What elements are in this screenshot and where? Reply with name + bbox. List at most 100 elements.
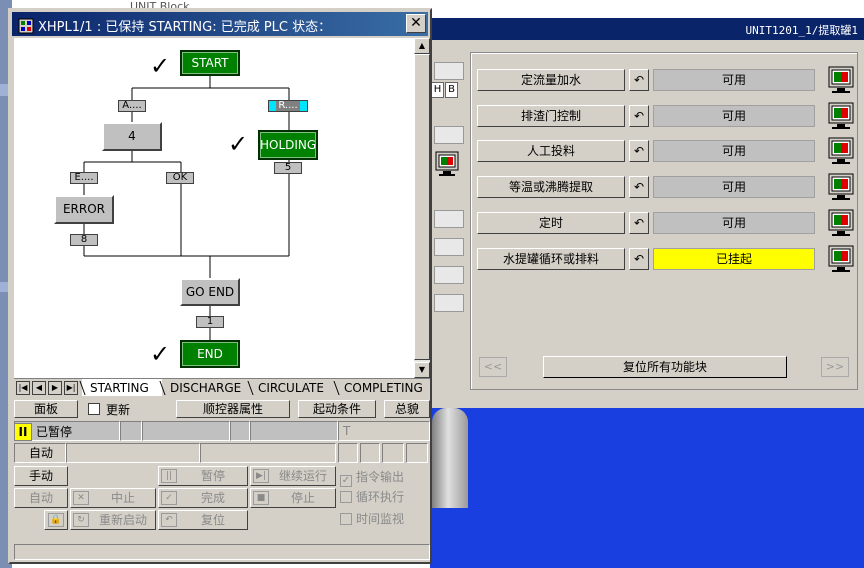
reset-button[interactable]: ↶ 复位: [158, 510, 248, 530]
monitor-icon[interactable]: [434, 150, 460, 178]
mid-cell: [434, 210, 464, 228]
sfc-transition-r[interactable]: R....: [268, 100, 308, 112]
undo-icon[interactable]: ↶: [629, 248, 649, 270]
panel-button[interactable]: 面板: [14, 400, 78, 418]
function-button[interactable]: 定流量加水: [477, 69, 625, 91]
monitor-icon[interactable]: [827, 244, 855, 274]
cyclic-exec-label: 循环执行: [356, 490, 405, 504]
pause-button[interactable]: || 暂停: [158, 466, 248, 486]
tab-next-icon[interactable]: ▶: [48, 381, 62, 395]
resume-label: 继续运行: [278, 469, 327, 483]
function-block-panel: 定流量加水 ↶ 可用 排渣门控制 ↶ 可用 人工投料 ↶ 可用 等温或沸腾提取 …: [470, 52, 858, 390]
sfc-step-start[interactable]: START: [180, 50, 240, 76]
status-seg: [250, 421, 338, 441]
tab-discharge[interactable]: DISCHARGE: [162, 379, 248, 396]
function-button[interactable]: 等温或沸腾提取: [477, 176, 625, 198]
dialog-title-bar[interactable]: XHPL1/1 : 已保持 STARTING: 已完成 PLC 状态：: [12, 12, 428, 36]
next-page-button[interactable]: >>: [821, 357, 849, 377]
pause-status-icon: II: [14, 423, 32, 441]
manual-button[interactable]: 手动: [14, 466, 68, 486]
stop-button[interactable]: ■ 停止: [250, 488, 336, 508]
function-button[interactable]: 人工投料: [477, 140, 625, 162]
sfc-step-4[interactable]: 4: [102, 122, 162, 151]
undo-icon[interactable]: ↶: [629, 212, 649, 234]
sfc-canvas: START ✓ A.... R.... 4 HOLDING ✓ 5 E.... …: [14, 38, 414, 378]
sequencer-properties-button[interactable]: 顺控器属性: [176, 400, 290, 418]
prev-page-button[interactable]: <<: [479, 357, 507, 377]
complete-icon: ✓: [161, 491, 177, 505]
time-monitor-option[interactable]: 时间监视: [340, 510, 404, 527]
status-bar: T: [14, 421, 430, 441]
tank-graphic: [432, 408, 468, 508]
resume-button[interactable]: ▶| 继续运行: [250, 466, 336, 486]
undo-icon[interactable]: ↶: [629, 105, 649, 127]
restart-icon: ↻: [73, 513, 89, 527]
restart-button[interactable]: ↻ 重新启动: [70, 510, 156, 530]
sfc-transition-1[interactable]: 1: [196, 316, 224, 328]
sfc-transition-a[interactable]: A....: [118, 100, 146, 112]
complete-button[interactable]: ✓ 完成: [158, 488, 248, 508]
sequence-tabs: |◀ ◀ ▶ ▶| STARTING DISCHARGE CIRCULATE C…: [14, 378, 430, 396]
monitor-icon[interactable]: [827, 136, 855, 166]
sfc-transition-e[interactable]: E....: [70, 172, 98, 184]
monitor-icon[interactable]: [827, 101, 855, 131]
b-button[interactable]: B: [445, 82, 458, 98]
monitor-icon[interactable]: [827, 172, 855, 202]
abort-icon: ✕: [73, 491, 89, 505]
abort-button[interactable]: ✕ 中止: [70, 488, 156, 508]
function-button[interactable]: 排渣门控制: [477, 105, 625, 127]
update-checkbox[interactable]: [88, 403, 100, 415]
sfc-step-end[interactable]: END: [180, 340, 240, 368]
mid-cell: [434, 62, 464, 80]
overview-button[interactable]: 总貌: [384, 400, 430, 418]
cyclic-exec-option[interactable]: 循环执行: [340, 488, 404, 505]
sfc-step-error[interactable]: ERROR: [54, 195, 114, 224]
reset-all-button[interactable]: 复位所有功能块: [543, 356, 787, 378]
undo-icon[interactable]: ↶: [629, 69, 649, 91]
monitor-icon[interactable]: [827, 208, 855, 238]
function-button[interactable]: 定时: [477, 212, 625, 234]
sfc-transition-5[interactable]: 5: [274, 162, 302, 174]
tab-starting[interactable]: STARTING: [82, 379, 162, 396]
dialog-title: XHPL1/1 : 已保持 STARTING: 已完成 PLC 状态：: [38, 20, 332, 35]
sfc-transition-ok[interactable]: OK: [166, 172, 194, 184]
pause-label: 暂停: [200, 469, 225, 483]
sfc-step-holding[interactable]: HOLDING: [258, 130, 318, 160]
stop-label: 停止: [290, 491, 315, 505]
h-button[interactable]: H: [431, 82, 444, 98]
function-status: 可用: [653, 176, 815, 198]
pause-icon: ||: [161, 469, 177, 483]
checkbox-icon: [340, 513, 352, 525]
reset-icon: ↶: [161, 513, 177, 527]
auto-field: [66, 443, 200, 463]
auto-field: [382, 443, 404, 463]
tab-circulate[interactable]: CIRCULATE: [250, 379, 336, 396]
lock-button[interactable]: 🔒: [44, 510, 68, 530]
auto-field: [406, 443, 428, 463]
sfc-transition-8[interactable]: 8: [70, 234, 98, 246]
mid-cell: [434, 266, 464, 284]
undo-icon[interactable]: ↶: [629, 176, 649, 198]
lock-icon: 🔒: [48, 513, 64, 527]
status-seg: [142, 421, 230, 441]
tab-prev-icon[interactable]: ◀: [32, 381, 46, 395]
close-button[interactable]: ✕: [406, 14, 426, 33]
scroll-thumb[interactable]: [414, 54, 430, 360]
monitor-icon[interactable]: [827, 65, 855, 95]
function-button[interactable]: 水提罐循环或排料: [477, 248, 625, 270]
cmd-output-option[interactable]: ✓ 指令输出: [340, 468, 404, 487]
scroll-up-icon[interactable]: ▲: [414, 38, 430, 54]
start-condition-button[interactable]: 起动条件: [298, 400, 376, 418]
auto-field: [360, 443, 380, 463]
auto-button[interactable]: 自动: [14, 488, 68, 508]
scroll-down-icon[interactable]: ▼: [414, 362, 430, 378]
vertical-scrollbar[interactable]: ▲ ▼: [414, 38, 430, 378]
tab-last-icon[interactable]: ▶|: [64, 381, 78, 395]
time-monitor-label: 时间监视: [356, 512, 405, 526]
auto-mode-indicator: 自动: [14, 443, 66, 463]
tab-completing[interactable]: COMPLETING: [336, 379, 430, 396]
sfc-step-goend[interactable]: GO END: [180, 278, 240, 306]
checkbox-icon: [340, 491, 352, 503]
undo-icon[interactable]: ↶: [629, 140, 649, 162]
tab-first-icon[interactable]: |◀: [16, 381, 30, 395]
